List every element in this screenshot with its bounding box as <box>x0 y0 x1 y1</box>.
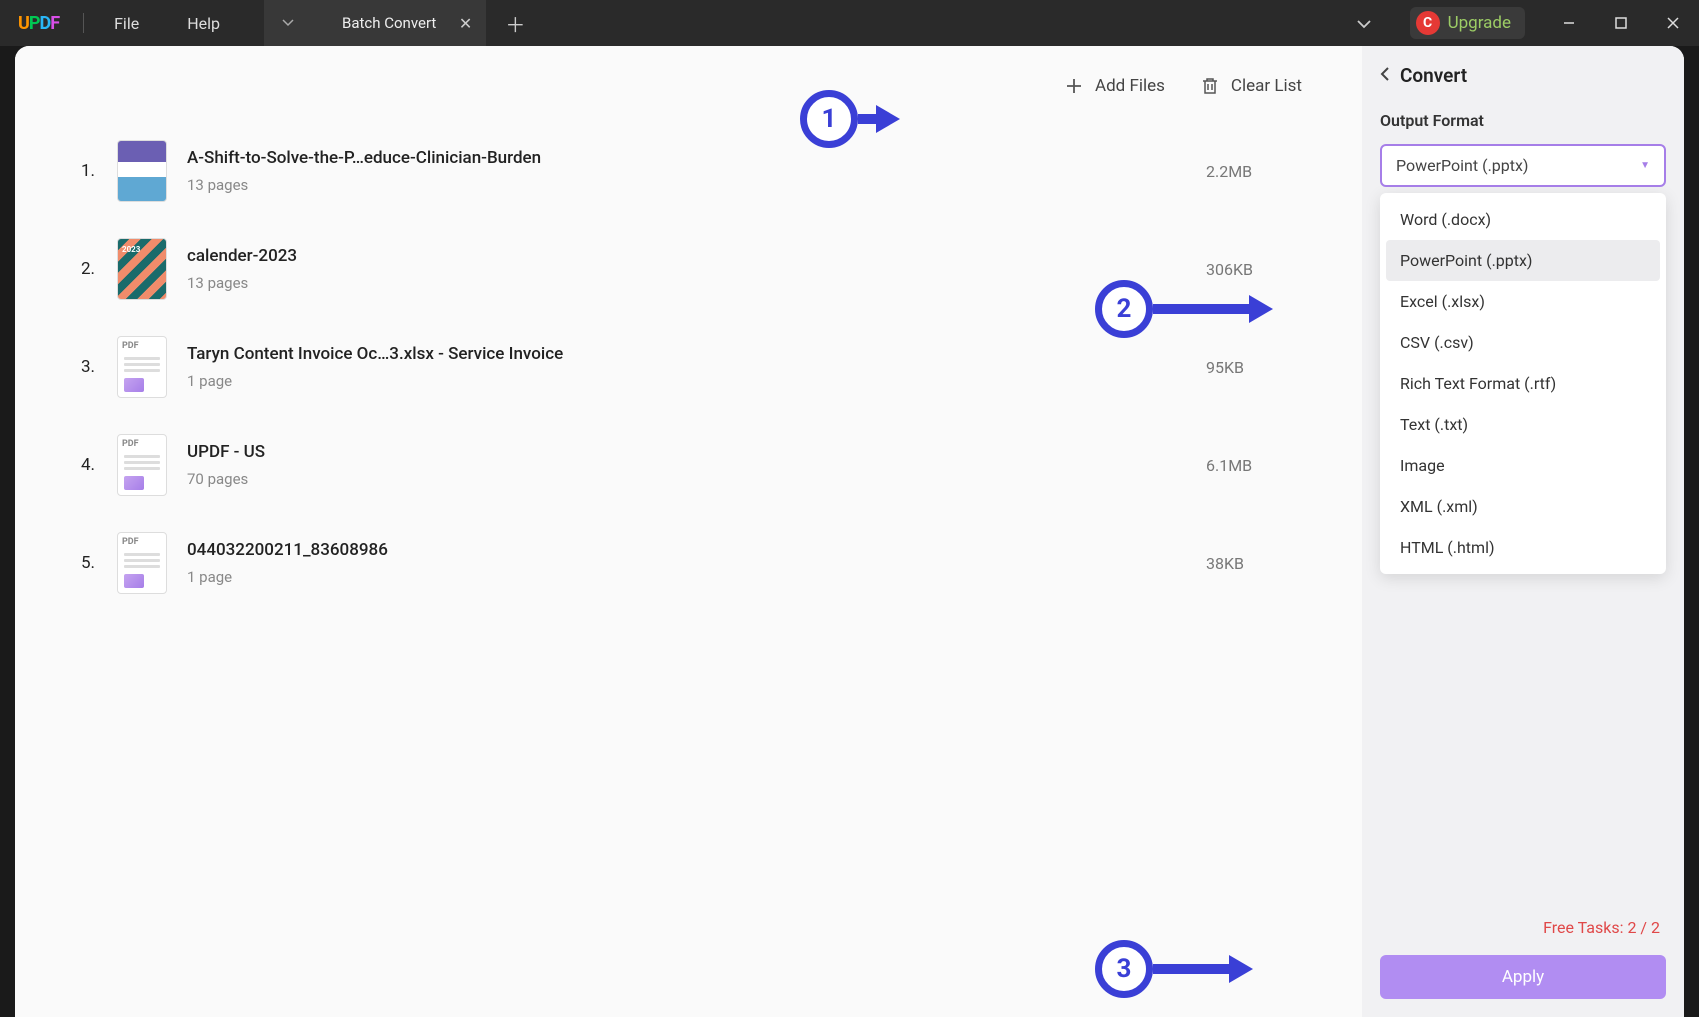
file-list-area: Add Files Clear List 1. A-Shift-to-Solve… <box>15 46 1362 1017</box>
file-row[interactable]: 2. calender-2023 13 pages 306KB <box>81 220 1346 318</box>
tab-batch-convert[interactable]: Batch Convert ✕ <box>312 0 486 46</box>
trash-icon <box>1201 76 1219 96</box>
file-size: 38KB <box>1206 554 1346 573</box>
tab-label: Batch Convert <box>342 14 436 32</box>
output-format-dropdown: Word (.docx)PowerPoint (.pptx)Excel (.xl… <box>1380 193 1666 574</box>
user-avatar: C <box>1416 11 1440 35</box>
format-option[interactable]: HTML (.html) <box>1386 527 1660 568</box>
app-logo: UPDF <box>0 13 77 34</box>
file-info: calender-2023 13 pages <box>187 246 1206 292</box>
tab-bar: Batch Convert ✕ ＋ <box>264 0 536 46</box>
window-close[interactable] <box>1647 0 1699 46</box>
file-row[interactable]: 1. A-Shift-to-Solve-the-P…educe-Clinicia… <box>81 122 1346 220</box>
convert-panel: Convert Output Format PowerPoint (.pptx)… <box>1362 46 1684 1017</box>
file-name: Taryn Content Invoice Oc…3.xlsx - Servic… <box>187 344 1206 364</box>
upgrade-label: Upgrade <box>1448 13 1511 33</box>
format-option[interactable]: Excel (.xlsx) <box>1386 281 1660 322</box>
add-files-label: Add Files <box>1095 76 1165 96</box>
format-option[interactable]: Image <box>1386 445 1660 486</box>
separator <box>83 13 84 33</box>
close-icon <box>1666 16 1680 30</box>
tab-close-icon[interactable]: ✕ <box>459 14 472 33</box>
file-list: 1. A-Shift-to-Solve-the-P…educe-Clinicia… <box>81 122 1346 612</box>
menu-file[interactable]: File <box>90 14 163 33</box>
file-thumbnail <box>117 434 167 496</box>
file-number: 1. <box>81 161 117 181</box>
tab-dropdown[interactable] <box>264 0 312 46</box>
panel-header: Convert <box>1380 64 1666 87</box>
file-pages: 1 page <box>187 568 1206 586</box>
upgrade-button[interactable]: C Upgrade <box>1410 7 1525 39</box>
file-name: 044032200211_83608986 <box>187 540 1206 560</box>
format-option[interactable]: Rich Text Format (.rtf) <box>1386 363 1660 404</box>
panel-back-button[interactable] <box>1380 66 1390 86</box>
format-option[interactable]: XML (.xml) <box>1386 486 1660 527</box>
file-pages: 13 pages <box>187 274 1206 292</box>
window-minimize[interactable] <box>1543 0 1595 46</box>
file-size: 6.1MB <box>1206 456 1346 475</box>
free-tasks-label: Free Tasks: 2 / 2 <box>1380 918 1666 937</box>
file-number: 3. <box>81 357 117 377</box>
format-option[interactable]: Word (.docx) <box>1386 199 1660 240</box>
file-name: calender-2023 <box>187 246 1206 266</box>
content-toolbar: Add Files Clear List <box>81 76 1346 122</box>
file-row[interactable]: 5. 044032200211_83608986 1 page 38KB <box>81 514 1346 612</box>
select-value: PowerPoint (.pptx) <box>1396 156 1529 175</box>
caret-down-icon <box>282 19 294 27</box>
format-option[interactable]: Text (.txt) <box>1386 404 1660 445</box>
chevron-down-icon <box>1356 19 1372 29</box>
format-option[interactable]: CSV (.csv) <box>1386 322 1660 363</box>
file-row[interactable]: 3. Taryn Content Invoice Oc…3.xlsx - Ser… <box>81 318 1346 416</box>
file-info: UPDF - US 70 pages <box>187 442 1206 488</box>
file-number: 5. <box>81 553 117 573</box>
main-window: Add Files Clear List 1. A-Shift-to-Solve… <box>15 46 1684 1017</box>
file-thumbnail <box>117 532 167 594</box>
file-info: Taryn Content Invoice Oc…3.xlsx - Servic… <box>187 344 1206 390</box>
file-name: A-Shift-to-Solve-the-P…educe-Clinician-B… <box>187 148 1206 168</box>
minimize-icon <box>1562 16 1576 30</box>
output-format-select[interactable]: PowerPoint (.pptx) ▼ <box>1380 144 1666 187</box>
file-row[interactable]: 4. UPDF - US 70 pages 6.1MB <box>81 416 1346 514</box>
file-info: A-Shift-to-Solve-the-P…educe-Clinician-B… <box>187 148 1206 194</box>
plus-icon <box>1065 77 1083 95</box>
caret-down-icon: ▼ <box>1640 160 1650 171</box>
clear-list-label: Clear List <box>1231 76 1302 96</box>
file-number: 4. <box>81 455 117 475</box>
maximize-icon <box>1614 16 1628 30</box>
file-name: UPDF - US <box>187 442 1206 462</box>
chevron-left-icon <box>1380 66 1390 82</box>
file-thumbnail <box>117 140 167 202</box>
file-pages: 13 pages <box>187 176 1206 194</box>
tab-add-button[interactable]: ＋ <box>494 9 536 38</box>
apply-button[interactable]: Apply <box>1380 955 1666 999</box>
clear-list-button[interactable]: Clear List <box>1201 76 1302 96</box>
titlebar-more[interactable] <box>1336 14 1392 33</box>
file-thumbnail <box>117 336 167 398</box>
add-files-button[interactable]: Add Files <box>1065 76 1165 96</box>
panel-title: Convert <box>1400 64 1467 87</box>
file-size: 95KB <box>1206 358 1346 377</box>
window-maximize[interactable] <box>1595 0 1647 46</box>
menu-help[interactable]: Help <box>163 14 244 33</box>
file-thumbnail <box>117 238 167 300</box>
file-pages: 70 pages <box>187 470 1206 488</box>
format-option[interactable]: PowerPoint (.pptx) <box>1386 240 1660 281</box>
file-size: 2.2MB <box>1206 162 1346 181</box>
file-info: 044032200211_83608986 1 page <box>187 540 1206 586</box>
file-size: 306KB <box>1206 260 1346 279</box>
output-format-label: Output Format <box>1380 111 1666 130</box>
titlebar: UPDF File Help Batch Convert ✕ ＋ C Upgra… <box>0 0 1699 46</box>
file-pages: 1 page <box>187 372 1206 390</box>
file-number: 2. <box>81 259 117 279</box>
